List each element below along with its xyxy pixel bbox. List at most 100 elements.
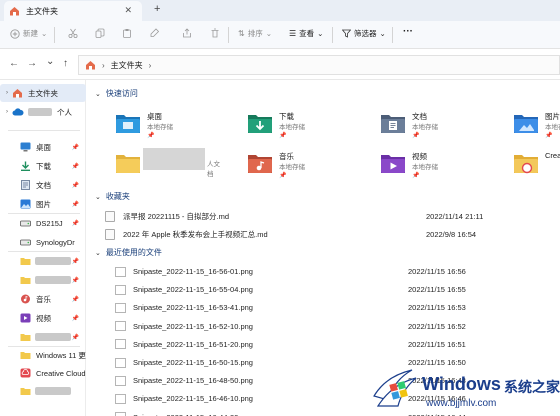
list-item[interactable]: 2022 年 Apple 秋季发布会上手视频汇总.md 2022/9/8 16:5… [105, 226, 555, 242]
sidebar-item[interactable]: 文档 📌 [0, 176, 86, 194]
divider [54, 27, 55, 43]
rename-icon[interactable] [150, 28, 160, 38]
file-date: 2022/11/15 16:55 [408, 285, 466, 295]
delete-icon[interactable] [210, 28, 220, 38]
sidebar-item[interactable]: DS215J 📌 [0, 214, 86, 232]
sidebar-item[interactable]: 📌 [0, 271, 86, 289]
sidebar-item[interactable]: 音乐 📌 [0, 290, 86, 308]
address-bar: ← → ⌄ ↑ › 主文件夹 › [0, 50, 560, 80]
quick-access-tile[interactable]: 音乐 本地存储 📌 [247, 150, 357, 190]
sidebar-item[interactable]: 桌面 📌 [0, 138, 86, 156]
image-file-icon [115, 412, 126, 416]
image-file-icon [115, 266, 126, 277]
pin-icon: 📌 [71, 315, 79, 322]
sort-button[interactable]: ⇅ 排序 ⌄ [238, 28, 272, 39]
list-item[interactable]: Snipaste_2022-11-15_16-56-01.png 2022/11/… [115, 263, 555, 280]
watermark-brand: Windows [422, 374, 501, 394]
tab-home[interactable]: 主文件夹 ✕ [4, 1, 142, 21]
quick-access-tile[interactable]: 人文档 [115, 148, 225, 190]
creative-cloud-icon [20, 368, 31, 378]
list-item[interactable]: 派早报 20221115 - 自拟部分.md 2022/11/14 21:11 [105, 208, 555, 224]
tile-location: 本地存储 [412, 124, 438, 131]
list-item[interactable]: Snipaste_2022-11-15_16-53-41.png 2022/11/… [115, 299, 555, 316]
tile-location: 本地存储 [279, 124, 305, 131]
video-folder-icon [380, 152, 406, 174]
quick-access-tile[interactable]: 图片本地存储📌 [513, 110, 560, 150]
file-name: Snipaste_2022-11-15_16-53-41.png [133, 303, 253, 313]
copy-icon[interactable] [95, 28, 105, 38]
sidebar-item-label: SynologyDr [36, 237, 75, 247]
view-label: 查看 [299, 29, 315, 38]
divider [392, 27, 393, 43]
markdown-file-icon [105, 210, 115, 222]
watermark-logo: Windows 系统之家 www.bjjmlv.com [370, 362, 560, 416]
documents-icon [20, 180, 31, 190]
up-icon[interactable]: ↑ [63, 58, 68, 69]
sidebar-item-label: DS215J [36, 218, 63, 228]
sidebar-item[interactable] [0, 382, 86, 400]
pin-icon: 📌 [71, 163, 79, 170]
breadcrumb-home[interactable]: 主文件夹 [111, 60, 143, 71]
windows-logo-icon [373, 369, 417, 407]
folder-icon [20, 275, 31, 285]
sidebar-item-personal[interactable]: › 个人 [0, 103, 86, 121]
watermark-url: www.bjjmlv.com [426, 398, 497, 409]
pin-icon: 📌 [279, 133, 287, 139]
sidebar-item-label: 主文件夹 [28, 88, 58, 98]
quick-access-header[interactable]: ⌄ 快速访问 [95, 88, 138, 99]
new-tab-button[interactable]: + [154, 3, 160, 15]
list-item[interactable]: Snipaste_2022-11-15_16-52-10.png 2022/11/… [115, 318, 555, 335]
chevron-right-icon[interactable]: › [149, 61, 152, 70]
pictures-folder-icon [513, 112, 539, 134]
view-button[interactable]: ☰ 查看 ⌄ [289, 28, 323, 39]
quick-access-tile[interactable]: 视频 本地存储 📌 [380, 150, 490, 190]
list-item[interactable]: Snipaste_2022-11-15_16-55-04.png 2022/11/… [115, 281, 555, 298]
sidebar-item[interactable]: SynologyDr [0, 233, 86, 251]
cut-icon[interactable] [68, 28, 78, 38]
redacted-text [35, 276, 71, 284]
sidebar-item[interactable]: 下载 📌 [0, 157, 86, 175]
address-input[interactable]: › 主文件夹 › [78, 55, 560, 75]
recent-header[interactable]: ⌄ 最近使用的文件 [95, 247, 162, 258]
sidebar-item[interactable]: Windows 11 更 [0, 346, 86, 364]
new-button[interactable]: 新建 ⌄ [10, 28, 47, 39]
sidebar-item-label: 下载 [36, 161, 51, 171]
close-tab-icon[interactable]: ✕ [124, 5, 132, 16]
sidebar-item[interactable]: Creative Cloud [0, 364, 86, 382]
sidebar-item[interactable]: 视频 📌 [0, 309, 86, 327]
forward-icon[interactable]: → [27, 58, 37, 69]
quick-access-tile[interactable]: 桌面 本地存储 📌 [115, 110, 225, 150]
pin-icon: 📌 [71, 334, 79, 341]
sidebar-item[interactable]: 图片 📌 [0, 195, 86, 213]
chevron-down-icon: ⌄ [95, 193, 101, 201]
sidebar-item[interactable]: 📌 [0, 328, 86, 346]
tile-location: 本地存储 [147, 124, 173, 131]
sidebar-item[interactable]: 📌 [0, 252, 86, 270]
list-item[interactable]: Snipaste_2022-11-15_16-51-20.png 2022/11/… [115, 336, 555, 353]
redacted-text [28, 108, 52, 116]
sidebar-item-home[interactable]: › 主文件夹 [0, 84, 86, 102]
favorites-header[interactable]: ⌄ 收藏夹 [95, 191, 130, 202]
quick-access-tile[interactable]: 文档 本地存储 📌 [380, 110, 490, 150]
pin-icon: 📌 [71, 201, 79, 208]
pin-icon: 📌 [71, 277, 79, 284]
tile-location: 本地存储 [412, 164, 438, 171]
filter-button[interactable]: 筛选器 ⌄ [342, 28, 386, 39]
redacted-text [35, 333, 71, 341]
pin-icon: 📌 [147, 133, 155, 139]
paste-icon[interactable] [122, 28, 132, 38]
sidebar-item-label: 音乐 [36, 294, 51, 304]
divider [228, 27, 229, 43]
download-folder-icon [247, 112, 273, 134]
more-options-icon[interactable]: ··· [403, 26, 413, 37]
quick-access-tile[interactable]: Crea [513, 150, 560, 190]
recent-locations-icon[interactable]: ⌄ [46, 56, 54, 67]
cloud-icon [12, 108, 24, 116]
creative-cloud-folder-icon [513, 152, 539, 174]
quick-access-tile[interactable]: 下载 本地存储 📌 [247, 110, 357, 150]
sort-label: 排序 [247, 29, 263, 38]
sidebar-item-label: 个人 [57, 107, 72, 117]
plus-circle-icon [10, 28, 20, 39]
share-icon[interactable] [182, 28, 192, 38]
back-icon[interactable]: ← [9, 58, 19, 69]
